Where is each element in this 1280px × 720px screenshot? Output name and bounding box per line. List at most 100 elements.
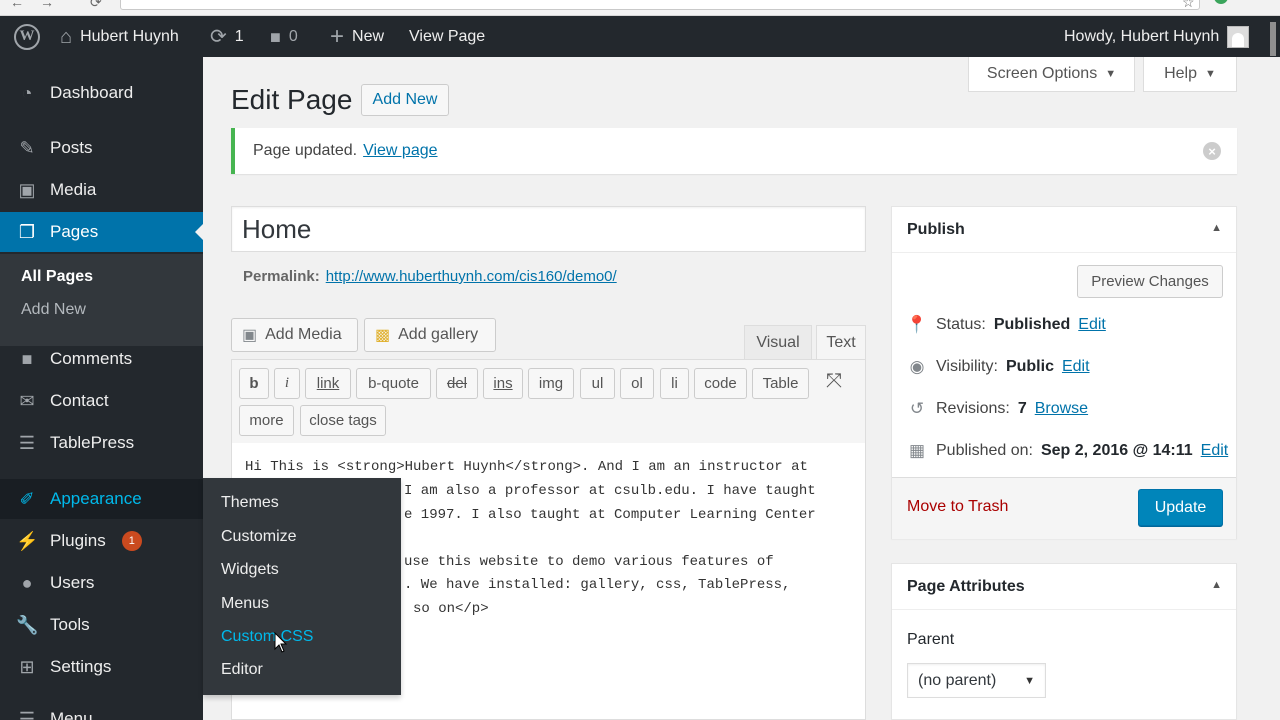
qt-img-button[interactable]: img — [528, 368, 574, 399]
page-attributes-header[interactable]: Page Attributes ▲ — [892, 564, 1236, 610]
help-toggle[interactable]: Help ▼ — [1143, 57, 1237, 92]
page-attributes-box: Page Attributes ▲ Parent (no parent) ▼ — [891, 563, 1237, 720]
flyout-themes[interactable]: Themes — [221, 494, 279, 512]
add-new-page-button[interactable]: Add New — [361, 84, 449, 116]
menu-appearance[interactable]: ✐ Appearance — [0, 479, 203, 519]
visibility-label: Visibility: — [936, 358, 998, 375]
users-icon: ● — [21, 572, 33, 593]
menu-menu[interactable]: ☰ Menu — [0, 699, 203, 720]
post-title-input[interactable]: Home — [231, 206, 866, 252]
browse-revisions-link[interactable]: Browse — [1035, 400, 1088, 418]
content-line: so on</p> — [413, 601, 489, 617]
address-bar[interactable] — [120, 0, 1200, 10]
flyout-editor[interactable]: Editor — [221, 661, 263, 679]
updates-count: 1 — [234, 27, 244, 45]
menu-contact[interactable]: ✉ Contact — [0, 381, 203, 421]
qt-bquote-button[interactable]: b-quote — [356, 368, 431, 399]
publish-title: Publish — [907, 220, 965, 238]
qt-bold-button[interactable]: b — [239, 368, 269, 399]
updated-notice: Page updated. View page × — [231, 128, 1237, 174]
menu-label: TablePress — [50, 433, 135, 452]
dismiss-icon[interactable]: × — [1203, 142, 1221, 160]
updates-link[interactable]: ⟳ 1 — [210, 16, 244, 57]
notice-text: Page updated. — [253, 142, 358, 159]
scrollbar[interactable] — [1262, 16, 1280, 57]
home-icon: ⌂ — [60, 25, 73, 48]
flyout-menus[interactable]: Menus — [221, 595, 269, 613]
wp-logo-menu[interactable]: W — [14, 16, 40, 57]
qt-li-button[interactable]: li — [660, 368, 689, 399]
menu-tablepress[interactable]: ☰ TablePress — [0, 423, 203, 463]
forward-icon[interactable]: → — [40, 0, 54, 10]
qt-table-button[interactable]: Table — [752, 368, 809, 399]
qt-ins-button[interactable]: ins — [483, 368, 523, 399]
flyout-custom-css[interactable]: Custom CSS — [221, 628, 313, 646]
caret-down-icon: ▼ — [1205, 68, 1216, 80]
menu-label: Plugins — [50, 531, 106, 550]
move-to-trash-link[interactable]: Move to Trash — [907, 498, 1008, 516]
menu-dashboard[interactable]: ◔ Dashboard — [0, 73, 203, 113]
menu-label: Dashboard — [50, 83, 134, 102]
menu-posts[interactable]: ✎ Posts — [0, 128, 203, 168]
admin-sidebar: ◔ Dashboard ✎ Posts ▣ Media ❐ Pages All … — [0, 57, 203, 720]
wrench-icon: 🔧 — [16, 614, 39, 635]
back-icon[interactable]: ← — [10, 0, 24, 10]
tab-text[interactable]: Text — [816, 325, 866, 360]
visibility-row: ◉ Visibility: Public Edit — [906, 357, 1090, 377]
flyout-customize[interactable]: Customize — [221, 528, 297, 546]
qt-ul-button[interactable]: ul — [580, 368, 615, 399]
site-name-link[interactable]: ⌂ Hubert Huynh — [60, 16, 179, 57]
reload-icon[interactable]: ⟳ — [90, 0, 102, 11]
my-account-link[interactable]: Howdy, Hubert Huynh — [1064, 16, 1250, 57]
submenu-all-pages[interactable]: All Pages — [21, 268, 93, 286]
mouse-cursor-icon — [274, 632, 288, 653]
extension-icon[interactable] — [1214, 0, 1228, 4]
status-value: Published — [993, 316, 1071, 333]
qt-del-button[interactable]: del — [436, 368, 478, 399]
menu-label: Menu — [50, 709, 93, 720]
new-label: New — [352, 27, 385, 45]
menu-icon: ☰ — [18, 708, 36, 720]
qt-italic-button[interactable]: i — [274, 368, 300, 399]
add-media-button[interactable]: ▣ Add Media — [231, 318, 358, 352]
edit-status-link[interactable]: Edit — [1078, 316, 1106, 334]
qt-more-button[interactable]: more — [239, 405, 294, 436]
tab-visual[interactable]: Visual — [744, 325, 812, 360]
fullscreen-icon[interactable]: ⤧ — [826, 370, 842, 393]
flyout-widgets[interactable]: Widgets — [221, 561, 279, 579]
content-line: I am also a professor at csulb.edu. I ha… — [404, 483, 816, 499]
edit-date-link[interactable]: Edit — [1201, 442, 1229, 460]
qt-link-button[interactable]: link — [305, 368, 351, 399]
menu-plugins[interactable]: ⚡ Plugins 1 — [0, 521, 203, 561]
menu-comments[interactable]: ■ Comments — [0, 339, 203, 379]
avatar — [1227, 25, 1250, 48]
permalink-url[interactable]: http://www.huberthuynh.com/cis160/demo0/ — [326, 268, 617, 285]
qt-code-button[interactable]: code — [694, 368, 747, 399]
collapse-arrow-icon[interactable]: ▲ — [1211, 222, 1222, 234]
screen-options-toggle[interactable]: Screen Options ▼ — [968, 57, 1135, 92]
menu-tools[interactable]: 🔧 Tools — [0, 605, 203, 645]
view-page-link[interactable]: View page — [363, 142, 437, 160]
edit-visibility-link[interactable]: Edit — [1062, 358, 1090, 376]
add-gallery-button[interactable]: ▩ Add gallery — [364, 318, 496, 352]
menu-label: Pages — [50, 222, 99, 241]
parent-select[interactable]: (no parent) ▼ — [907, 663, 1046, 698]
new-content-link[interactable]: + New — [330, 16, 384, 57]
preview-changes-button[interactable]: Preview Changes — [1077, 265, 1223, 298]
update-button[interactable]: Update — [1138, 489, 1223, 526]
menu-settings[interactable]: ⊞ Settings — [0, 647, 203, 687]
publish-box-header[interactable]: Publish ▲ — [892, 207, 1236, 253]
menu-users[interactable]: ● Users — [0, 563, 203, 603]
published-on-value: Sep 2, 2016 @ 14:11 — [1040, 442, 1193, 459]
comments-link[interactable]: ■ 0 — [270, 16, 298, 57]
view-page-link[interactable]: View Page — [409, 16, 485, 57]
qt-close-tags-button[interactable]: close tags — [300, 405, 386, 436]
menu-pages[interactable]: ❐ Pages — [0, 212, 203, 252]
collapse-arrow-icon[interactable]: ▲ — [1211, 579, 1222, 591]
menu-media[interactable]: ▣ Media — [0, 170, 203, 210]
publish-actions: Move to Trash Update — [892, 477, 1236, 539]
bookmark-star-icon[interactable]: ☆ — [1182, 0, 1195, 11]
submenu-add-new[interactable]: Add New — [21, 301, 86, 319]
plus-icon: + — [330, 22, 345, 50]
qt-ol-button[interactable]: ol — [620, 368, 654, 399]
